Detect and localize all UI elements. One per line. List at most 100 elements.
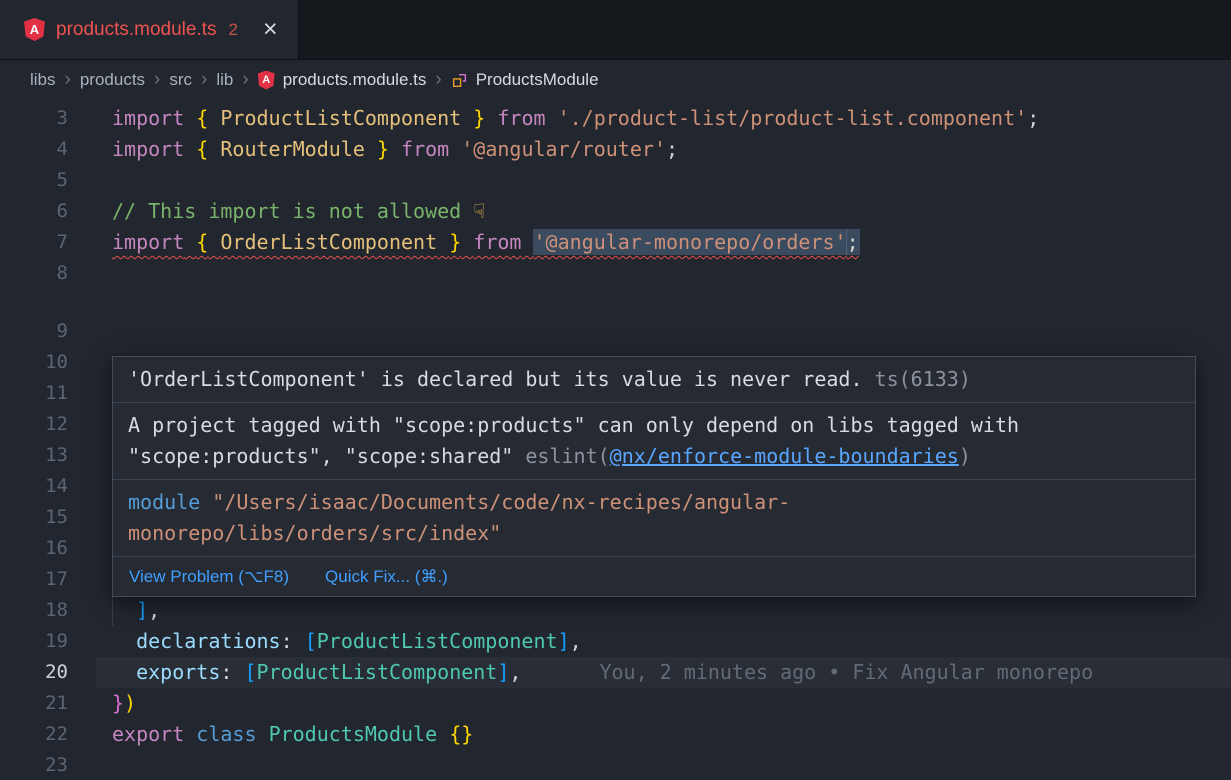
token: class [196,722,256,746]
line-number[interactable]: 22 [0,719,68,750]
token: import [112,137,184,161]
line-number[interactable]: 4 [0,134,68,165]
hover-diagnostic-section: 'OrderListComponent' is declared but its… [113,357,1195,403]
angular-icon: A [258,71,275,90]
line-number[interactable]: 8 [0,258,68,289]
code-editor[interactable]: 'OrderListComponent' is declared but its… [0,100,1231,780]
code-line-23: 23 [0,750,1231,780]
line-number[interactable]: 14 [0,471,68,502]
breadcrumb-label: products.module.ts [283,70,427,90]
vscode-window: A products.module.ts 2 × libs › products › s… [0,0,1231,780]
token: ] [497,660,509,684]
line-number[interactable]: 16 [0,533,68,564]
line-number[interactable]: 21 [0,688,68,719]
code-text[interactable]: import { RouterModule } from '@angular/r… [112,134,678,165]
git-blame-annotation: You, 2 minutes ago • Fix Angular monorep… [599,660,1093,684]
token: { [196,137,208,161]
token: [ [244,660,256,684]
hover-text-line: 'OrderListComponent' is declared but its… [128,364,1180,395]
hover-text: monorepo/libs/orders/src/index" [128,521,501,545]
eslint-rule-link[interactable]: @nx/enforce-module-boundaries [610,444,959,468]
token [461,106,473,130]
breadcrumb-item-libs[interactable]: libs [30,70,56,90]
token [257,722,269,746]
code-text[interactable]: ], [112,595,160,626]
token: '@angular/router' [461,137,666,161]
hover-diagnostic-section: A project tagged with "scope:products" c… [113,403,1195,480]
token: } [112,691,124,715]
breadcrumb-label: products [80,70,145,90]
code-text[interactable]: exports: [ProductListComponent],You, 2 m… [112,657,1093,688]
token: declarations [136,629,281,653]
token: exports [136,660,220,684]
breadcrumb-item-productsmodule[interactable]: ProductsModule [451,70,599,90]
code-line-19: 19 declarations: [ProductListComponent], [0,626,1231,657]
line-number[interactable]: 10 [0,347,68,378]
line-number[interactable]: 9 [0,316,68,347]
hover-text: eslint( [525,444,609,468]
code-text[interactable]: // This import is not allowed ☟ [112,196,485,227]
token: OrderListComponent [220,230,437,254]
breadcrumb-item-products.module.ts[interactable]: Aproducts.module.ts [258,70,427,90]
token [449,137,461,161]
view-problem-action[interactable]: View Problem (⌥F8) [129,567,289,587]
code-text[interactable]: }) [112,688,136,719]
token: ] [558,629,570,653]
line-number[interactable]: 18 [0,595,68,626]
hover-text: "scope:products", "scope:shared" [128,444,525,468]
token: from [401,137,449,161]
line-number[interactable]: 7 [0,227,68,258]
line-number[interactable]: 20 [0,657,68,688]
chevron-right-icon: › [242,69,248,91]
line-number[interactable]: 15 [0,502,68,533]
breadcrumb-item-products[interactable]: products [80,70,145,90]
token: } [449,230,461,254]
token: './product-list/product-list.component' [558,106,1028,130]
breadcrumb-label: lib [216,70,233,90]
token: } [377,137,389,161]
token: , [570,629,582,653]
breadcrumb-label: ProductsModule [476,70,599,90]
token [437,722,449,746]
line-number[interactable]: 19 [0,626,68,657]
token: , [509,660,521,684]
breadcrumb: libs›products›src›lib›Aproducts.module.t… [0,60,1231,100]
code-text[interactable]: declarations: [ProductListComponent], [112,626,582,657]
line-number[interactable]: 12 [0,409,68,440]
token: ; [847,230,859,254]
tab-title: products.module.ts [56,19,217,41]
line-number[interactable]: 23 [0,750,68,780]
code-text[interactable]: import { OrderListComponent } from '@ang… [112,227,859,258]
line-number[interactable]: 11 [0,378,68,409]
token: // This import is not allowed [112,199,473,223]
breadcrumb-item-src[interactable]: src [169,70,192,90]
code-line-18: 18 ], [0,595,1231,626]
close-icon[interactable]: × [263,17,278,42]
token: ProductListComponent [220,106,461,130]
line-number[interactable]: 6 [0,196,68,227]
token [461,230,473,254]
quick-fix-action[interactable]: Quick Fix... (⌘.) [325,567,448,587]
code-text[interactable]: import { ProductListComponent } from './… [112,103,1039,134]
token: : [220,660,244,684]
line-number[interactable]: 3 [0,103,68,134]
chevron-right-icon: › [154,69,160,91]
token: ] [136,598,148,622]
tab-products-module[interactable]: A products.module.ts 2 × [0,0,299,59]
token: '@angular-monorepo/orders' [534,230,847,254]
token [389,137,401,161]
code-line-21: 21}) [0,688,1231,719]
breadcrumb-item-lib[interactable]: lib [216,70,233,90]
error-hover-popup: 'OrderListComponent' is declared but its… [112,356,1196,597]
line-number[interactable]: 5 [0,165,68,196]
tab-problem-count: 2 [229,20,238,40]
token: : [281,629,305,653]
chevron-right-icon: › [435,69,441,91]
token [184,230,196,254]
line-number[interactable]: 17 [0,564,68,595]
angular-icon: A [24,18,45,41]
hover-text: "/Users/isaac/Documents/code/nx-recipes/… [212,490,790,514]
line-number[interactable]: 13 [0,440,68,471]
code-text[interactable]: export class ProductsModule {} [112,719,473,750]
token: } [473,106,485,130]
